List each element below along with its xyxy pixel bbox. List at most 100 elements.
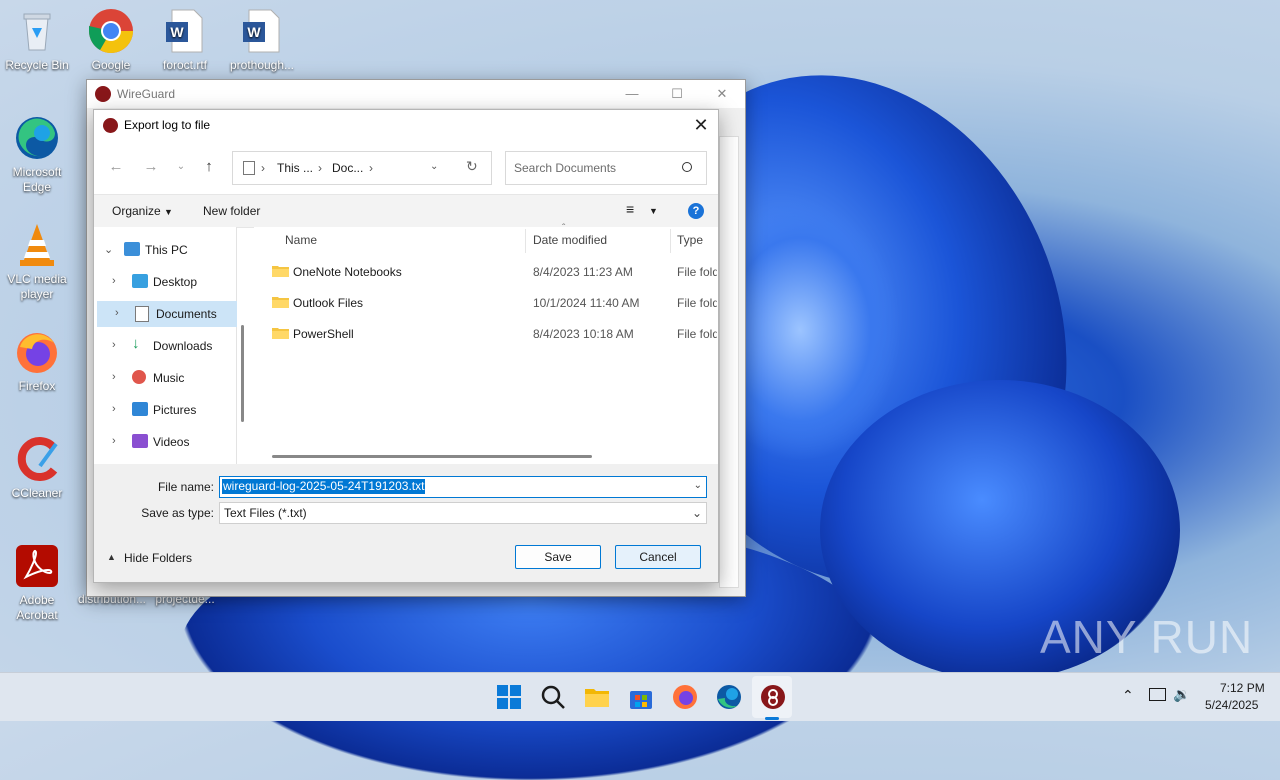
desktop-icon-foroct[interactable]: W foroct.rtf [147, 8, 223, 73]
view-options-icon[interactable]: ≡ [626, 201, 634, 217]
network-icon[interactable] [1149, 688, 1166, 701]
desktop-icon-label: Adobe Acrobat [16, 593, 58, 622]
desktop-icon-prothough[interactable]: W prothough... [224, 8, 300, 73]
chevron-up-icon: ▲ [107, 552, 116, 562]
refresh-icon[interactable]: ↻ [466, 158, 478, 175]
windows-start-icon[interactable] [495, 683, 523, 711]
firefox-icon[interactable] [671, 683, 699, 711]
export-log-dialog: Export log to file ✕ ← → ⌄ ↑ › This ... … [93, 109, 719, 583]
nav-item-label: Videos [153, 435, 190, 449]
breadcrumb-separator-icon: › [369, 161, 373, 175]
desktop-icon-firefox[interactable]: Firefox [0, 329, 75, 394]
search-icon[interactable] [539, 683, 567, 711]
nav-item-label: Desktop [153, 275, 198, 289]
save-as-type-value: Text Files (*.txt) [224, 506, 307, 520]
anyrun-watermark: ANY RUN [1040, 611, 1254, 663]
navigation-bar: ← → ⌄ ↑ › This ... › Doc... › ⌄ ↻ Search… [94, 150, 718, 185]
file-type: File fold [677, 265, 717, 279]
desktop-icon-edge[interactable]: Microsoft Edge [0, 115, 75, 195]
documents-location-icon [243, 161, 255, 175]
nav-item-downloads[interactable]: › ↓ Downloads [94, 333, 234, 359]
file-type: File fold [677, 327, 717, 341]
wireguard-window-title: WireGuard [117, 87, 176, 101]
desktop-icon-label: prothough... [229, 58, 295, 72]
file-name-value: wireguard-log-2025-05-24T191203.txt [222, 479, 426, 494]
breadcrumb-separator-icon: › [261, 161, 265, 175]
file-name-input[interactable]: wireguard-log-2025-05-24T191203.txt ⌄ [219, 476, 707, 498]
nav-item-this-pc[interactable]: ⌄ This PC [94, 237, 234, 263]
nav-item-videos[interactable]: › Videos [94, 429, 234, 455]
desktop-icon-recycle-bin[interactable]: Recycle Bin [0, 8, 75, 73]
file-list-horizontal-scrollbar[interactable] [272, 455, 592, 458]
chevron-down-icon: ▼ [164, 207, 173, 217]
chevron-right-icon: › [112, 339, 116, 351]
desktop-icon-label: VLC media player [7, 272, 67, 301]
vlc-icon [14, 222, 60, 268]
organize-button[interactable]: Organize ▼ [112, 204, 173, 218]
dialog-close-button[interactable]: ✕ [688, 112, 714, 138]
file-type: File fold [677, 296, 717, 310]
desktop-icon-chrome[interactable]: Google Chrome [73, 8, 149, 73]
acrobat-icon [14, 543, 60, 589]
desktop-icon-ccleaner[interactable]: CCleaner [0, 436, 75, 501]
nav-item-label: This PC [145, 243, 188, 257]
address-dropdown-chevron-icon[interactable]: ⌄ [430, 161, 438, 172]
up-arrow-icon[interactable]: ↑ [198, 158, 220, 178]
organize-label: Organize [112, 204, 161, 218]
close-button[interactable]: ✕ [699, 80, 745, 108]
edge-icon[interactable] [715, 683, 743, 711]
computer-icon [124, 242, 140, 256]
save-as-type-select[interactable]: Text Files (*.txt) ⌄ [219, 502, 707, 524]
column-header-date-modified[interactable]: Date modified [533, 233, 607, 259]
chevron-right-icon: › [112, 403, 116, 415]
file-explorer-icon[interactable] [583, 683, 611, 711]
word-document-icon: W [162, 8, 208, 54]
nav-item-desktop[interactable]: › Desktop [94, 269, 234, 295]
address-bar[interactable]: › This ... › Doc... › ⌄ ↻ [232, 151, 492, 185]
file-row[interactable]: OneNote Notebooks 8/4/2023 11:23 AM File… [254, 257, 718, 285]
wireguard-icon[interactable] [759, 683, 787, 711]
chevron-up-icon[interactable]: ⌃ [1122, 687, 1134, 704]
file-name: PowerShell [293, 327, 354, 341]
search-documents-input[interactable]: Search Documents [505, 151, 707, 185]
minimize-button[interactable]: — [609, 80, 655, 108]
hide-folders-button[interactable]: Hide Folders [124, 551, 192, 565]
file-row[interactable]: Outlook Files 10/1/2024 11:40 AM File fo… [254, 288, 718, 316]
maximize-button[interactable]: ☐ [654, 80, 700, 108]
speaker-icon[interactable]: 🔉 [1173, 686, 1190, 703]
nav-item-music[interactable]: › Music [94, 365, 234, 391]
file-row[interactable]: PowerShell 8/4/2023 10:18 AM File fold [254, 319, 718, 347]
microsoft-store-icon[interactable] [627, 683, 655, 711]
clock-time[interactable]: 7:12 PM [1220, 681, 1265, 695]
nav-pane-scrollbar[interactable] [241, 325, 244, 422]
new-folder-button[interactable]: New folder [203, 204, 260, 218]
back-arrow-icon[interactable]: ← [105, 158, 127, 178]
wireguard-side-panel [719, 136, 739, 588]
column-header-name[interactable]: Name [285, 233, 317, 259]
breadcrumb-documents[interactable]: Doc... [332, 161, 363, 175]
recent-locations-chevron-icon[interactable]: ⌄ [170, 161, 192, 181]
nav-item-documents[interactable]: › Documents [97, 301, 237, 327]
help-icon[interactable]: ? [688, 203, 704, 219]
cancel-button[interactable]: Cancel [615, 545, 701, 569]
navigation-pane: ⌄ This PC › Desktop › Documents › ↓ Down… [94, 227, 237, 464]
file-date: 8/4/2023 11:23 AM [533, 265, 633, 279]
desktop-icon-label: foroct.rtf [162, 58, 207, 72]
videos-icon [132, 434, 148, 448]
chevron-down-icon[interactable]: ⌄ [694, 480, 702, 491]
desktop-icon-vlc[interactable]: VLC media player [0, 222, 75, 302]
nav-item-pictures[interactable]: › Pictures [94, 397, 234, 423]
save-options-panel: File name: wireguard-log-2025-05-24T1912… [94, 464, 718, 582]
documents-folder-icon [135, 306, 149, 322]
forward-arrow-icon[interactable]: → [140, 158, 162, 178]
breadcrumb-this-pc[interactable]: This ... [277, 161, 313, 175]
save-button[interactable]: Save [515, 545, 601, 569]
chevron-down-icon[interactable]: ▼ [649, 206, 658, 216]
chevron-right-icon: › [112, 275, 116, 287]
nav-item-label: Documents [156, 307, 217, 321]
clock-date[interactable]: 5/24/2025 [1205, 698, 1258, 712]
desktop-icon-acrobat[interactable]: Adobe Acrobat [0, 543, 75, 623]
chevron-down-icon[interactable]: ⌄ [692, 506, 702, 520]
desktop-folder-icon [132, 274, 148, 288]
column-header-type[interactable]: Type [677, 233, 703, 259]
